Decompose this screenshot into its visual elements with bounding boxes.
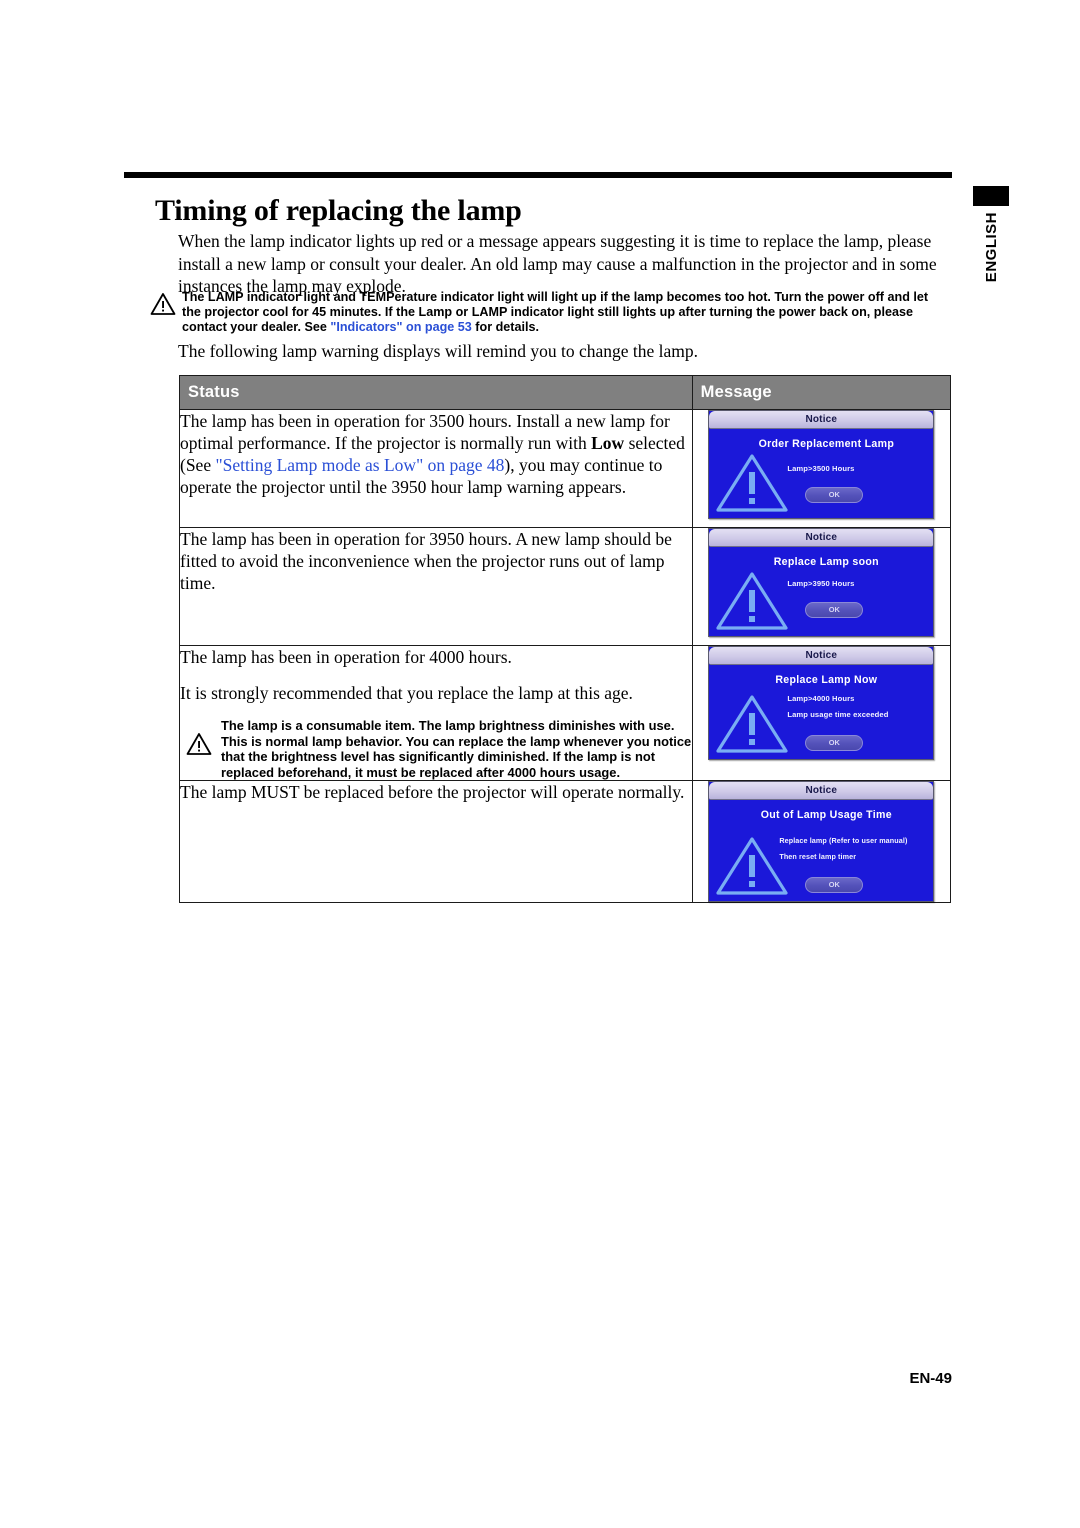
caution-note-inline-text: The lamp is a consumable item. The lamp … [221, 718, 692, 780]
osd-line: Lamp>3500 Hours [787, 464, 855, 473]
table-row: The lamp has been in operation for 4000 … [179, 644, 952, 782]
intro-paragraph: When the lamp indicator lights up red or… [178, 231, 937, 296]
osd-lines: Lamp>4000 Hours Lamp usage time exceeded [787, 691, 933, 723]
caution-note-inline: The lamp is a consumable item. The lamp … [180, 718, 692, 780]
table-row: The lamp has been in operation for 3500 … [179, 409, 952, 528]
osd-line: Replace lamp (Refer to user manual) [779, 836, 908, 846]
osd-lines: Lamp>3500 Hours [787, 462, 933, 475]
column-header-message: Message [691, 375, 952, 410]
osd-ok-button[interactable]: OK [805, 877, 864, 894]
osd-line: Lamp usage time exceeded [787, 710, 889, 719]
osd-ok-wrap: OK [709, 599, 933, 618]
message-cell: Notice Replace Lamp Now Lamp>4000 Hours … [691, 644, 952, 782]
osd-dialog: Notice Out of Lamp Usage Time Replace la… [708, 781, 935, 903]
osd-ok-wrap: OK [709, 732, 933, 751]
language-side-tab: ENGLISH [968, 186, 1014, 287]
status-text-line2: It is strongly recommended that you repl… [180, 683, 633, 703]
osd-heading: Order Replacement Lamp [758, 438, 895, 450]
lamp-warning-table: Status Message The lamp has been in oper… [179, 375, 952, 904]
osd-warning-triangle-icon [716, 454, 788, 512]
status-cell: The lamp has been in operation for 3500 … [179, 409, 693, 528]
side-tab-label: ENGLISH [982, 212, 1000, 283]
osd-title-bar: Notice [709, 647, 934, 665]
osd-lines: Lamp>3950 Hours [787, 577, 933, 590]
page-title: Timing of replacing the lamp [155, 194, 522, 227]
warning-triangle-icon [150, 293, 176, 315]
message-cell: Notice Replace Lamp soon Lamp>3950 Hours [691, 527, 952, 646]
osd-body: Order Replacement Lamp Lamp>3500 Hours O… [709, 429, 934, 518]
lead-in-text: The following lamp warning displays will… [178, 341, 699, 361]
status-text-line1: The lamp has been in operation for 4000 … [180, 647, 512, 667]
osd-ok-button[interactable]: OK [805, 487, 864, 503]
osd-title-bar: Notice [709, 411, 934, 429]
message-cell: Notice Out of Lamp Usage Time Replace la… [691, 780, 952, 904]
osd-ok-button[interactable]: OK [805, 735, 864, 751]
status-bold-low: Low [591, 433, 625, 453]
table-row: The lamp MUST be replaced before the pro… [179, 780, 952, 904]
caution-note-top-text: The LAMP indicator light and TEMPerature… [182, 290, 950, 336]
column-header-status: Status [179, 375, 693, 410]
status-cell: The lamp has been in operation for 4000 … [179, 644, 693, 782]
osd-title-bar: Notice [709, 529, 934, 547]
osd-ok-button[interactable]: OK [805, 602, 864, 618]
osd-ok-wrap: OK [709, 874, 933, 894]
status-text: The lamp has been in operation for 3950 … [180, 529, 672, 593]
osd-dialog: Notice Order Replacement Lamp Lamp>3500 … [708, 410, 935, 519]
osd-dialog: Notice Replace Lamp soon Lamp>3950 Hours [708, 528, 935, 637]
osd-title-bar: Notice [709, 782, 934, 801]
status-cell: The lamp has been in operation for 3950 … [179, 527, 693, 646]
osd-lines: Replace lamp (Refer to user manual) Then… [779, 833, 933, 865]
status-cell: The lamp MUST be replaced before the pro… [179, 780, 693, 904]
caution-top-part2: for details. [471, 320, 539, 335]
side-tab-marker [973, 186, 1009, 206]
osd-dialog: Notice Replace Lamp Now Lamp>4000 Hours … [708, 646, 935, 760]
setting-lamp-mode-link[interactable]: "Setting Lamp mode as Low" on page 48 [215, 455, 504, 475]
osd-heading: Replace Lamp soon [773, 556, 879, 568]
osd-line: Lamp>3950 Hours [787, 579, 855, 588]
osd-body: Out of Lamp Usage Time Replace lamp (Ref… [709, 800, 934, 902]
table-header-row: Status Message [179, 375, 952, 410]
header-rule [124, 172, 952, 178]
osd-line: Lamp>4000 Hours [787, 694, 855, 703]
osd-ok-wrap: OK [709, 484, 933, 503]
warning-triangle-icon [186, 733, 212, 755]
osd-heading: Out of Lamp Usage Time [760, 809, 892, 822]
page-footer: EN-49 [909, 1370, 952, 1387]
document-page: ENGLISH Timing of replacing the lamp Whe… [0, 0, 1080, 1528]
status-text: The lamp has been in operation for 3500 … [180, 410, 692, 498]
status-text: The lamp MUST be replaced before the pro… [180, 782, 685, 803]
message-cell: Notice Order Replacement Lamp Lamp>3500 … [691, 409, 952, 528]
indicators-link[interactable]: "Indicators" on page 53 [330, 320, 471, 334]
caution-note-top: The LAMP indicator light and TEMPerature… [150, 290, 950, 336]
osd-body: Replace Lamp soon Lamp>3950 Hours OK [709, 547, 934, 636]
caution-top-part1: The LAMP indicator light and TEMPerature… [182, 290, 929, 335]
table-row: The lamp has been in operation for 3950 … [179, 527, 952, 646]
osd-heading: Replace Lamp Now [775, 674, 878, 686]
osd-body: Replace Lamp Now Lamp>4000 Hours Lamp us… [709, 665, 934, 759]
osd-line: Then reset lamp timer [779, 852, 857, 862]
